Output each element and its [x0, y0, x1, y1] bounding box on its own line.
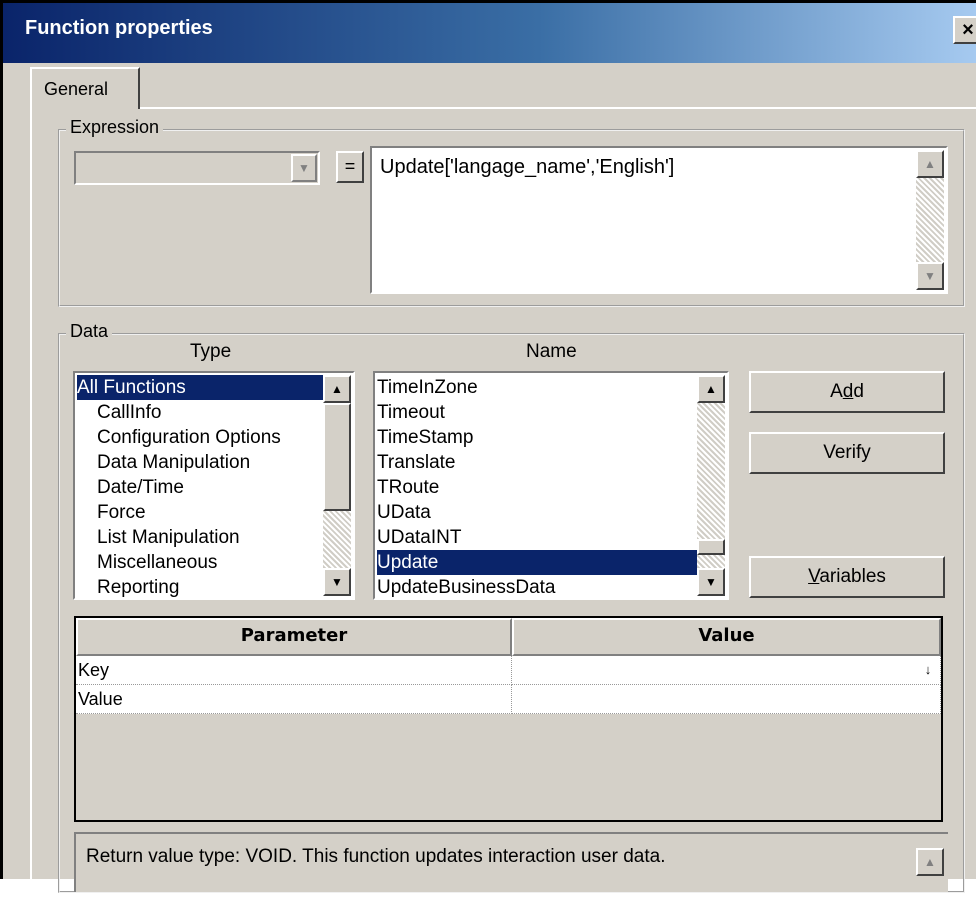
combo-dropdown-button[interactable]: ▼: [291, 154, 317, 182]
name-item[interactable]: UData: [377, 500, 431, 525]
description-scroll-up-button[interactable]: ▲: [916, 848, 944, 876]
name-item[interactable]: TimeStamp: [377, 425, 473, 450]
dialog-title: Function properties: [25, 17, 213, 39]
name-item[interactable]: Translate: [377, 450, 456, 475]
param-key-name[interactable]: Key: [76, 656, 512, 685]
expression-text: Update['langage_name','English']: [380, 156, 675, 178]
expression-scrollbar[interactable]: ▲ ▼: [916, 150, 944, 290]
parameter-grid[interactable]: Parameter Value Key ↓ Value: [74, 616, 943, 822]
scroll-up-button[interactable]: ▲: [697, 375, 725, 403]
name-listbox[interactable]: TimeInZone Timeout TimeStamp Translate T…: [373, 371, 729, 600]
variables-button-accelerator: V: [808, 566, 820, 587]
dropdown-arrow-icon[interactable]: ↓: [920, 662, 936, 678]
function-properties-dialog: Function properties × General Expression…: [0, 0, 976, 897]
verify-button[interactable]: Verify: [749, 432, 945, 474]
type-item[interactable]: Force: [77, 500, 146, 525]
variables-button[interactable]: Variables: [749, 556, 945, 598]
expression-combo[interactable]: ▼: [74, 151, 320, 185]
verify-button-label: Verify: [823, 442, 871, 463]
scroll-up-button[interactable]: ▲: [916, 150, 944, 178]
expression-textbox[interactable]: Update['langage_name','English'] ▲ ▼: [370, 146, 948, 294]
equals-button[interactable]: =: [336, 151, 364, 183]
scroll-thumb[interactable]: [323, 403, 351, 511]
add-button-label-a: A: [830, 381, 843, 402]
tab-general[interactable]: General: [30, 67, 140, 109]
expression-group-label: Expression: [66, 117, 164, 138]
type-item[interactable]: CallInfo: [77, 400, 161, 425]
name-column-header: Name: [526, 341, 577, 362]
type-item[interactable]: Data Manipulation: [77, 450, 250, 475]
type-item[interactable]: List Manipulation: [77, 525, 240, 550]
param-value-value[interactable]: [512, 685, 941, 714]
name-item[interactable]: Timeout: [377, 400, 445, 425]
title-bar[interactable]: Function properties ×: [3, 3, 976, 63]
type-item[interactable]: Date/Time: [77, 475, 184, 500]
type-listbox[interactable]: All Functions CallInfo Configuration Opt…: [73, 371, 355, 600]
type-scrollbar[interactable]: ▲ ▼: [323, 375, 351, 596]
scroll-down-button[interactable]: ▼: [323, 568, 351, 596]
name-item[interactable]: TRoute: [377, 475, 439, 500]
description-text: Return value type: VOID. This function u…: [86, 846, 666, 867]
type-item[interactable]: Miscellaneous: [77, 550, 217, 575]
value-column-header[interactable]: Value: [512, 618, 941, 656]
type-item[interactable]: All Functions: [77, 375, 323, 400]
param-value-name[interactable]: Value: [76, 685, 512, 714]
add-button[interactable]: Add: [749, 371, 945, 413]
parameter-column-header[interactable]: Parameter: [76, 618, 512, 656]
scroll-thumb[interactable]: [697, 539, 725, 555]
description-box: Return value type: VOID. This function u…: [74, 832, 948, 892]
name-item[interactable]: UpdateBusinessData: [377, 575, 556, 598]
scroll-down-button[interactable]: ▼: [916, 262, 944, 290]
tab-general-label: General: [44, 79, 109, 99]
add-button-accelerator: d: [842, 381, 854, 402]
type-item[interactable]: Reporting: [77, 575, 179, 598]
type-column-header: Type: [190, 341, 232, 362]
scroll-up-button[interactable]: ▲: [323, 375, 351, 403]
variables-button-label: ariables: [819, 566, 886, 587]
name-item[interactable]: Update: [377, 550, 699, 575]
add-button-label-b: d: [853, 381, 864, 402]
close-button[interactable]: ×: [953, 16, 976, 44]
scroll-down-button[interactable]: ▼: [697, 568, 725, 596]
name-item[interactable]: UDataINT: [377, 525, 461, 550]
data-group-label: Data: [66, 321, 113, 342]
param-key-value[interactable]: ↓: [512, 656, 941, 685]
type-item[interactable]: Configuration Options: [77, 425, 281, 450]
name-item[interactable]: TimeInZone: [377, 375, 478, 400]
name-scrollbar[interactable]: ▲ ▼: [697, 375, 725, 596]
